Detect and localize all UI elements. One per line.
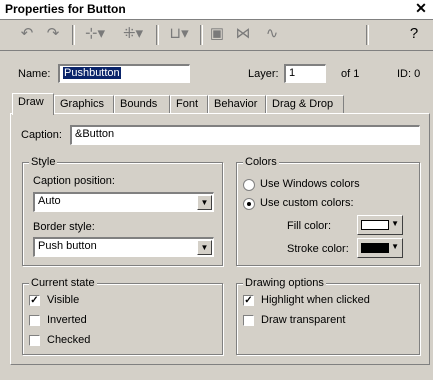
stroke-color-button[interactable]: ▼ xyxy=(357,238,403,258)
inverted-label[interactable]: Inverted xyxy=(47,314,87,326)
toolbar-separator xyxy=(72,25,75,45)
tab-font[interactable]: Font xyxy=(170,95,208,113)
redo-icon[interactable]: ↷ xyxy=(44,24,62,44)
chevron-down-icon[interactable]: ▼ xyxy=(197,195,212,210)
fill-color-label: Fill color: xyxy=(287,220,332,232)
id-label: ID: 0 xyxy=(397,68,421,80)
tab-behavior[interactable]: Behavior xyxy=(208,95,266,113)
chevron-down-icon: ▼ xyxy=(391,242,399,251)
colors-group-title: Colors xyxy=(243,156,279,168)
caption-position-label: Caption position: xyxy=(33,175,115,187)
chevron-down-icon: ▼ xyxy=(391,219,399,228)
use-custom-colors-radio[interactable] xyxy=(243,198,255,210)
style-group-title: Style xyxy=(29,156,58,168)
border-style-label: Border style: xyxy=(33,221,95,233)
distribute-icon[interactable]: ⁜▾ xyxy=(118,24,148,44)
layer-value: 1 xyxy=(289,67,296,79)
current-state-title: Current state xyxy=(29,277,97,289)
caption-position-select[interactable]: Auto ▼ xyxy=(33,192,214,212)
caption-field[interactable]: &Button xyxy=(70,125,420,145)
stroke-color-swatch xyxy=(361,243,389,253)
transparent-checkbox[interactable] xyxy=(243,315,254,326)
tab-drag-drop[interactable]: Drag & Drop xyxy=(266,95,344,113)
fill-color-button[interactable]: ▼ xyxy=(357,215,403,235)
highlight-checkbox[interactable]: ✓ xyxy=(243,295,254,306)
connect-icon[interactable]: ⋈ xyxy=(232,24,254,44)
drawing-options-title: Drawing options xyxy=(243,277,326,289)
radio-dot xyxy=(247,202,251,206)
toolbar-separator xyxy=(366,25,369,45)
layer-field[interactable]: 1 xyxy=(284,64,326,83)
toolbar-separator xyxy=(156,25,159,45)
visible-checkbox[interactable]: ✓ xyxy=(29,295,40,306)
align-icon[interactable]: ⊹▾ xyxy=(80,24,110,44)
transparent-label[interactable]: Draw transparent xyxy=(261,314,345,326)
toolbar: ↶ ↷ ⊹▾ ⁜▾ ⊔▾ ▣ ⋈ ∿ ? xyxy=(0,20,433,51)
visible-label[interactable]: Visible xyxy=(47,294,79,306)
page-icon[interactable]: ▣ xyxy=(208,24,226,44)
layer-of-text: of 1 xyxy=(341,68,360,80)
drawing-options-group: Drawing options ✓ Highlight when clicked… xyxy=(236,277,420,355)
colors-group: Colors Use Windows colors Use custom col… xyxy=(236,156,420,266)
tab-graphics[interactable]: Graphics xyxy=(54,95,114,113)
current-state-group: Current state ✓ Visible Inverted Checked xyxy=(22,277,223,355)
checked-label[interactable]: Checked xyxy=(47,334,90,346)
caption-label: Caption: xyxy=(21,129,62,141)
inverted-checkbox[interactable] xyxy=(29,315,40,326)
window-title: Properties for Button xyxy=(5,2,126,16)
use-windows-colors-radio[interactable] xyxy=(243,179,255,191)
border-style-select[interactable]: Push button ▼ xyxy=(33,237,214,257)
close-icon[interactable]: ✕ xyxy=(414,0,428,17)
name-value: Pushbutton xyxy=(63,67,121,79)
style-group: Style Caption position: Auto ▼ Border st… xyxy=(22,156,223,266)
caption-value: &Button xyxy=(75,128,115,140)
border-style-value: Push button xyxy=(38,240,97,252)
chevron-down-icon[interactable]: ▼ xyxy=(197,240,212,255)
use-custom-colors-label[interactable]: Use custom colors: xyxy=(260,197,354,209)
draw-panel: Caption: &Button Style Caption position:… xyxy=(10,113,430,365)
fill-color-swatch xyxy=(361,220,389,230)
highlight-label[interactable]: Highlight when clicked xyxy=(261,294,370,306)
use-windows-colors-label[interactable]: Use Windows colors xyxy=(260,178,360,190)
ruler-icon[interactable]: ⊔▾ xyxy=(164,24,194,44)
caption-position-value: Auto xyxy=(38,195,61,207)
tab-bounds[interactable]: Bounds xyxy=(114,95,170,113)
title-bar: Properties for Button ✕ xyxy=(0,0,433,20)
stroke-color-label: Stroke color: xyxy=(287,243,349,255)
tab-draw[interactable]: Draw xyxy=(12,93,54,115)
checked-checkbox[interactable] xyxy=(29,335,40,346)
undo-icon[interactable]: ↶ xyxy=(18,24,36,44)
name-field[interactable]: Pushbutton xyxy=(58,64,190,83)
help-icon[interactable]: ? xyxy=(406,24,422,44)
node-icon[interactable]: ∿ xyxy=(262,24,282,44)
layer-label: Layer: xyxy=(248,68,279,80)
toolbar-separator xyxy=(200,25,203,45)
name-label: Name: xyxy=(18,68,51,80)
